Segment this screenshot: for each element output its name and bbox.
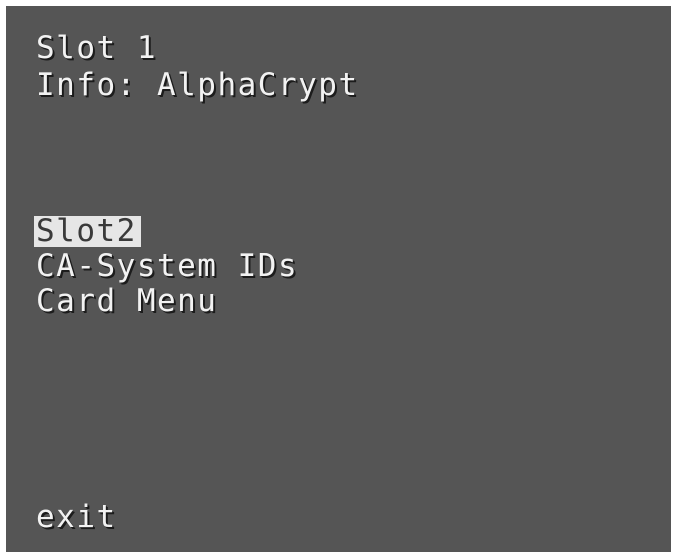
slot-title: Slot 1: [36, 30, 157, 66]
osd-screen: Slot 1 Info: AlphaCrypt Slot2 CA-System …: [6, 6, 671, 552]
exit-button[interactable]: exit: [36, 502, 117, 533]
menu-item-ca-system-ids[interactable]: CA-System IDs: [36, 251, 298, 282]
module-info: Info: AlphaCrypt: [36, 67, 359, 103]
menu-item-slot2[interactable]: Slot2: [34, 216, 141, 247]
menu-item-card-menu[interactable]: Card Menu: [36, 286, 217, 317]
